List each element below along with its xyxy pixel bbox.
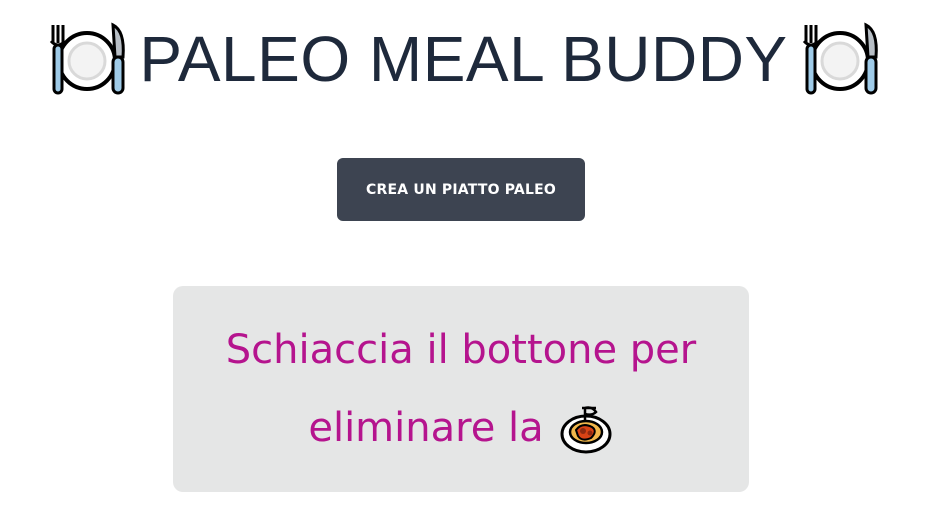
message-text-2: eliminare la [308, 405, 544, 451]
message-line-2: eliminare la [308, 389, 613, 467]
fork-knife-plate-icon [802, 22, 878, 95]
create-paleo-dish-button[interactable]: CREA UN PIATTO PALEO [337, 158, 585, 221]
app-header: PALEO MEAL BUDDY [0, 14, 927, 104]
fork-knife-plate-icon [50, 22, 126, 95]
message-text-1: Schiaccia il bottone per [225, 327, 697, 373]
message-line-1: Schiaccia il bottone per [226, 311, 696, 389]
message-card: Schiaccia il bottone per eliminare la [173, 286, 749, 492]
spaghetti-icon [560, 406, 612, 454]
app-title: PALEO MEAL BUDDY [139, 23, 788, 95]
